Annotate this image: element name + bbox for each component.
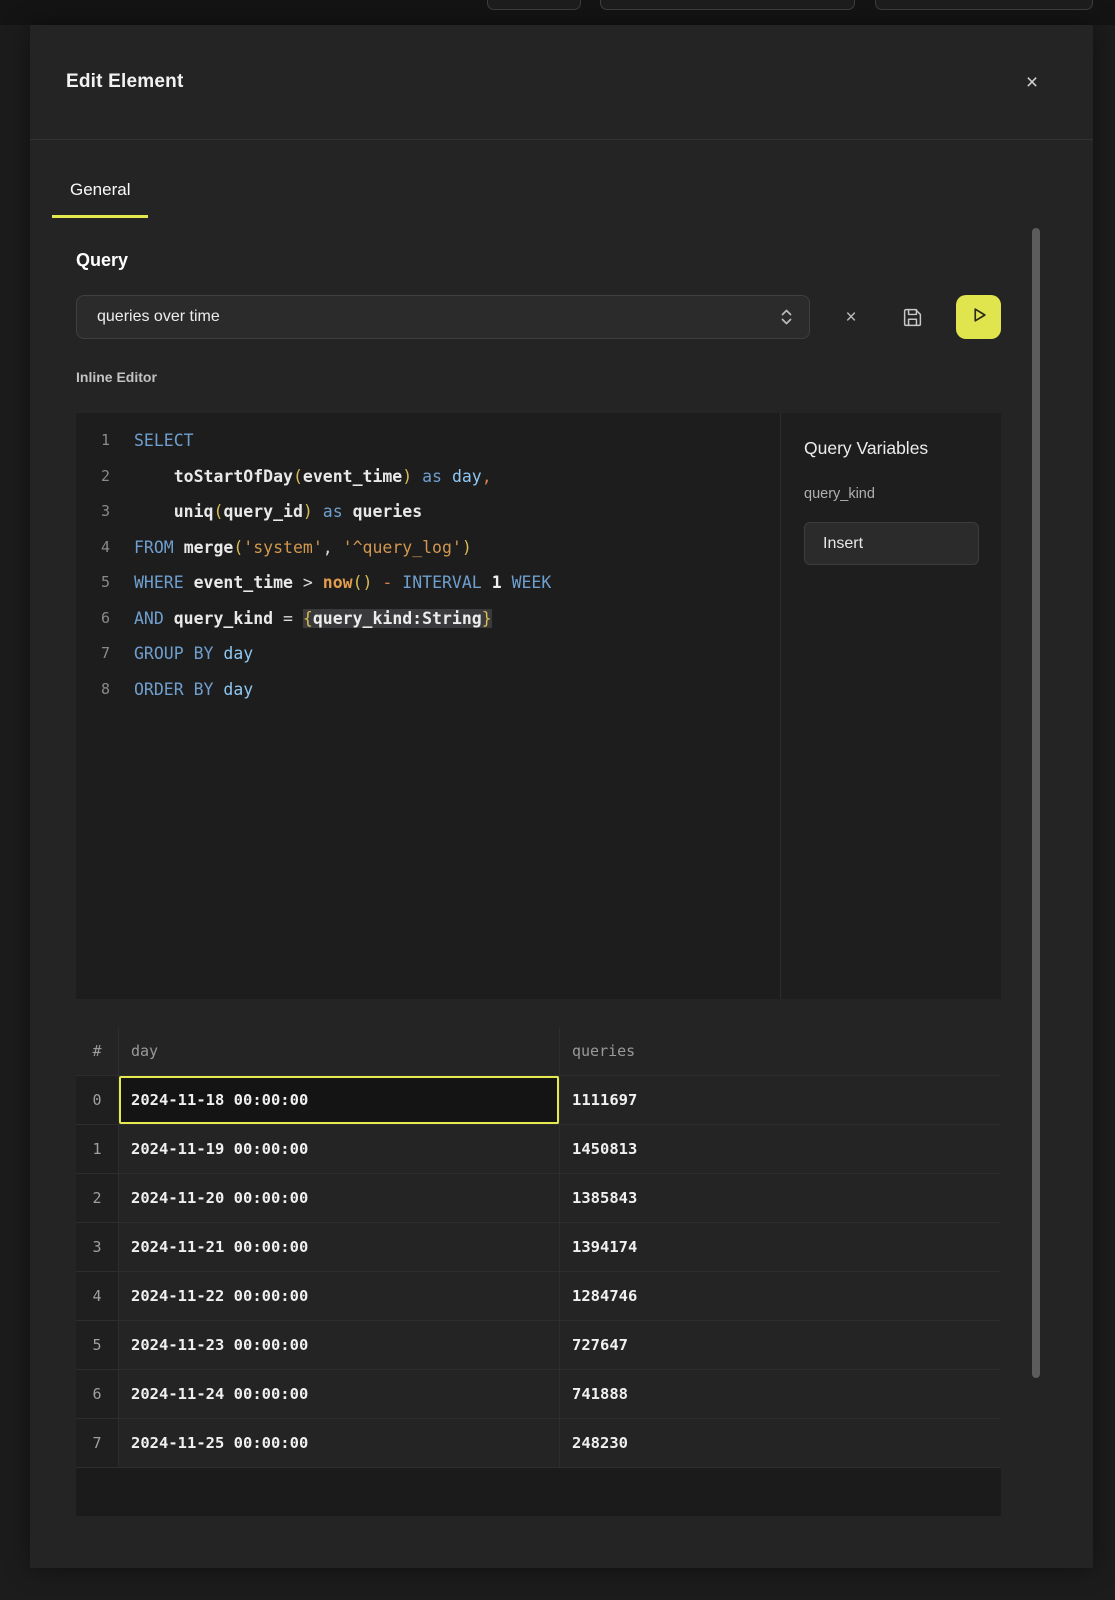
- play-icon: [969, 305, 989, 330]
- tab-bar: General: [30, 140, 1093, 218]
- top-toolbar-item: [487, 0, 581, 10]
- line-number: 4: [76, 530, 110, 566]
- results-table: # day queries 02024-11-18 00:00:00111169…: [76, 1027, 1001, 1516]
- table-row: 62024-11-24 00:00:00741888: [76, 1369, 1001, 1418]
- queries-cell[interactable]: 1394174: [560, 1223, 1001, 1271]
- code-line: SELECT: [134, 423, 551, 459]
- modal-header: Edit Element ×: [30, 25, 1093, 140]
- code-gutter: 12345678: [76, 423, 110, 999]
- query-section-heading: Query: [76, 250, 1001, 271]
- line-number: 8: [76, 672, 110, 708]
- day-cell[interactable]: 2024-11-24 00:00:00: [119, 1370, 560, 1418]
- code-line: WHERE event_time > now() - INTERVAL 1 WE…: [134, 565, 551, 601]
- table-footer-strip: [76, 1467, 1001, 1516]
- code-line: FROM merge('system', '^query_log'): [134, 530, 551, 566]
- top-toolbar: [0, 0, 1115, 25]
- close-icon[interactable]: ×: [1019, 69, 1045, 95]
- app-viewport: Edit Element × General Query queries ove…: [0, 0, 1115, 1600]
- editor-area: 12345678 SELECT toStartOfDay(event_time)…: [76, 413, 1001, 999]
- code-line: toStartOfDay(event_time) as day,: [134, 459, 551, 495]
- line-number: 7: [76, 636, 110, 672]
- table-row: 02024-11-18 00:00:001111697: [76, 1075, 1001, 1124]
- day-cell[interactable]: 2024-11-20 00:00:00: [119, 1174, 560, 1222]
- row-index-cell: 3: [76, 1223, 119, 1271]
- top-toolbar-item: [875, 0, 1093, 10]
- save-icon[interactable]: [892, 297, 932, 337]
- line-number: 2: [76, 459, 110, 495]
- modal-scrollbar[interactable]: [1032, 228, 1040, 1378]
- queries-cell[interactable]: 1284746: [560, 1272, 1001, 1320]
- row-index-cell: 5: [76, 1321, 119, 1369]
- line-number: 6: [76, 601, 110, 637]
- code-line: uniq(query_id) as queries: [134, 494, 551, 530]
- queries-cell[interactable]: 248230: [560, 1419, 1001, 1467]
- table-row: 72024-11-25 00:00:00248230: [76, 1418, 1001, 1467]
- run-query-button[interactable]: [956, 295, 1001, 339]
- day-cell[interactable]: 2024-11-21 00:00:00: [119, 1223, 560, 1271]
- results-rows: 02024-11-18 00:00:00111169712024-11-19 0…: [76, 1075, 1001, 1467]
- saved-query-select[interactable]: queries over time: [76, 295, 810, 339]
- insert-variable-button[interactable]: Insert: [804, 522, 979, 565]
- modal-content: Query queries over time ×: [30, 250, 1093, 1516]
- tab-general[interactable]: General: [52, 180, 148, 218]
- top-toolbar-item: [600, 0, 855, 10]
- col-header-queries: queries: [560, 1027, 1001, 1075]
- line-number: 3: [76, 494, 110, 530]
- queries-cell[interactable]: 1385843: [560, 1174, 1001, 1222]
- query-variables-heading: Query Variables: [804, 438, 1001, 459]
- code-lines: SELECT toStartOfDay(event_time) as day, …: [110, 423, 551, 999]
- chevron-up-down-icon: [780, 307, 793, 327]
- sql-editor[interactable]: 12345678 SELECT toStartOfDay(event_time)…: [76, 413, 780, 999]
- row-index-cell: 6: [76, 1370, 119, 1418]
- day-cell[interactable]: 2024-11-22 00:00:00: [119, 1272, 560, 1320]
- row-index-cell: 1: [76, 1125, 119, 1173]
- table-row: 22024-11-20 00:00:001385843: [76, 1173, 1001, 1222]
- code-line: ORDER BY day: [134, 672, 551, 708]
- row-index-cell: 2: [76, 1174, 119, 1222]
- code-line: GROUP BY day: [134, 636, 551, 672]
- code-line: AND query_kind = {query_kind:String}: [134, 601, 551, 637]
- saved-query-select-value: queries over time: [97, 308, 780, 326]
- day-cell[interactable]: 2024-11-23 00:00:00: [119, 1321, 560, 1369]
- table-row: 52024-11-23 00:00:00727647: [76, 1320, 1001, 1369]
- table-row: 12024-11-19 00:00:001450813: [76, 1124, 1001, 1173]
- clear-query-icon[interactable]: ×: [836, 302, 866, 332]
- query-variables-panel: Query Variables query_kind Insert: [780, 413, 1001, 999]
- table-row: 32024-11-21 00:00:001394174: [76, 1222, 1001, 1271]
- queries-cell[interactable]: 1111697: [560, 1076, 1001, 1124]
- col-header-index: #: [76, 1027, 119, 1075]
- modal-title: Edit Element: [66, 71, 183, 93]
- variable-name-label: query_kind: [804, 486, 1001, 502]
- queries-cell[interactable]: 1450813: [560, 1125, 1001, 1173]
- line-number: 5: [76, 565, 110, 601]
- day-cell[interactable]: 2024-11-18 00:00:00: [119, 1076, 560, 1124]
- edit-element-modal: Edit Element × General Query queries ove…: [30, 25, 1093, 1568]
- row-index-cell: 4: [76, 1272, 119, 1320]
- query-select-row: queries over time ×: [76, 295, 1001, 339]
- inline-editor-label: Inline Editor: [76, 369, 1001, 385]
- queries-cell[interactable]: 741888: [560, 1370, 1001, 1418]
- table-row: 42024-11-22 00:00:001284746: [76, 1271, 1001, 1320]
- queries-cell[interactable]: 727647: [560, 1321, 1001, 1369]
- day-cell[interactable]: 2024-11-19 00:00:00: [119, 1125, 560, 1173]
- row-index-cell: 0: [76, 1076, 119, 1124]
- row-index-cell: 7: [76, 1419, 119, 1467]
- table-header-row: # day queries: [76, 1027, 1001, 1075]
- day-cell[interactable]: 2024-11-25 00:00:00: [119, 1419, 560, 1467]
- col-header-day: day: [119, 1027, 560, 1075]
- line-number: 1: [76, 423, 110, 459]
